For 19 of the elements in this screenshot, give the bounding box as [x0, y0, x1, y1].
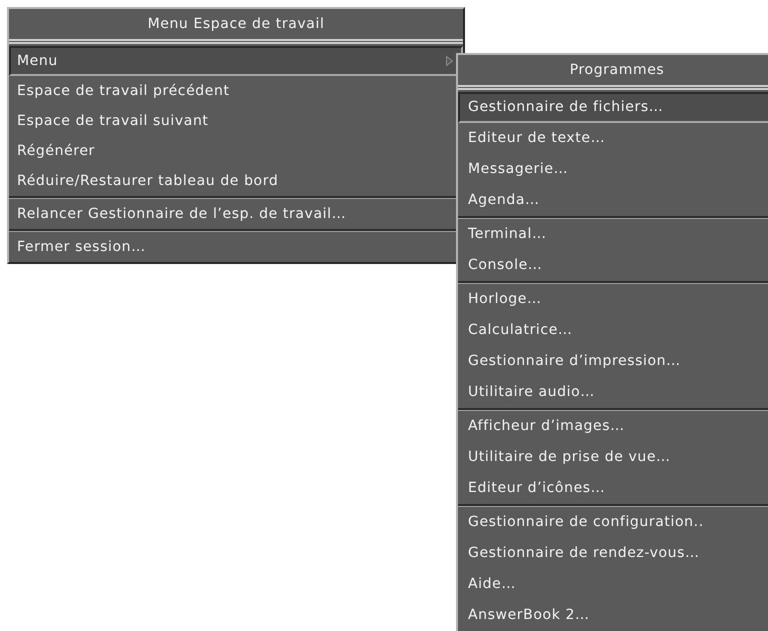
menu-item[interactable]: Aide… [458, 569, 768, 600]
menu-item[interactable]: Gestionnaire de rendez-vous… [458, 538, 768, 569]
menu-item[interactable]: Gestionnaire d’impression… [458, 346, 768, 377]
menu-item[interactable]: Afficheur d’images… [458, 411, 768, 442]
menu-item[interactable]: Utilitaire de prise de vue… [458, 442, 768, 473]
menu-item[interactable]: AnswerBook 2… [458, 600, 768, 631]
menu-title: Menu Espace de travail [146, 15, 326, 34]
menu-item[interactable]: Utilitaire audio… [458, 377, 768, 408]
menu-item[interactable]: Gestionnaire de configuration.. [458, 507, 768, 538]
menu-item[interactable]: Messagerie… [458, 154, 768, 185]
menu-item[interactable]: Menu [9, 46, 463, 76]
menu-title: Programmes [568, 61, 666, 80]
submenu-arrow-icon [446, 56, 453, 66]
menu-item[interactable]: Console… [458, 250, 768, 281]
menu-item[interactable]: Editeur d’icônes… [458, 473, 768, 504]
menu-item[interactable]: Gestionnaire de fichiers… [458, 92, 768, 123]
menu-item[interactable]: Editeur de texte… [458, 123, 768, 154]
menu-item[interactable]: Horloge… [458, 284, 768, 315]
menu-item[interactable]: Calculatrice… [458, 315, 768, 346]
